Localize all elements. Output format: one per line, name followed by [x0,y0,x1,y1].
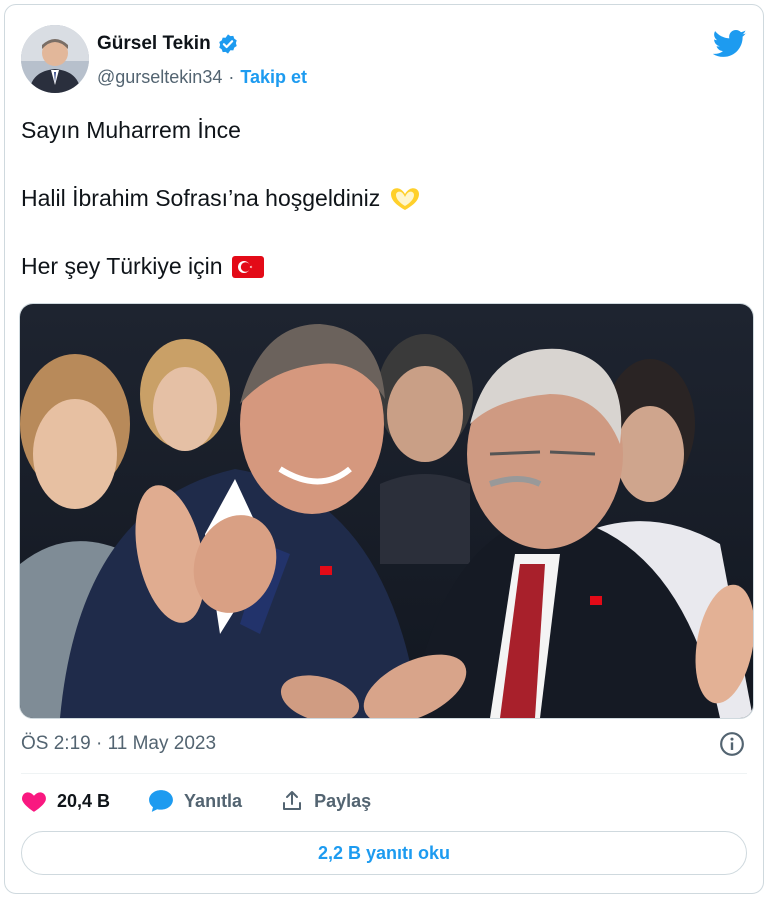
separator-dot: · [228,67,235,87]
tweet-photo[interactable] [19,303,754,719]
read-replies-label: 2,2 B yanıtı oku [317,842,451,863]
tweet-timestamp[interactable]: ÖS 2:19 · 11 May 2023 [21,733,216,755]
tweet-actions: 20,4 B Yanıtla Paylaş [21,789,409,813]
verified-badge-icon [218,34,237,54]
author-name[interactable]: Gürsel Tekin [97,33,211,55]
tweet-text-line-1: Sayın Muharrem İnce [21,117,241,144]
heart-hands-icon [391,187,420,210]
share-button[interactable]: Paylaş [280,789,371,813]
like-button[interactable]: 20,4 B [21,789,110,813]
tweet-text-3: Her şey Türkiye için [21,253,223,279]
tweet-text-2: Halil İbrahim Sofrası’na hoşgeldiniz [21,185,381,211]
read-replies-button[interactable]: 2,2 B yanıtı oku [21,831,747,875]
info-icon[interactable] [719,731,745,757]
share-label: Paylaş [314,790,372,811]
author-handle[interactable]: @gurseltekin34 [97,67,222,88]
tweet-text-line-3: Her şey Türkiye için [21,253,265,280]
tweet-text-line-2: Halil İbrahim Sofrası’na hoşgeldiniz [21,185,422,212]
follow-button[interactable]: Takip et [240,67,307,88]
heart-icon [22,792,46,812]
reply-button[interactable]: Yanıtla [148,789,242,813]
author-handle-row: @gurseltekin34 · Takip et [97,67,307,88]
avatar-portrait-icon [21,25,89,93]
avatar[interactable] [21,25,89,93]
tweet-card: Gürsel Tekin @gurseltekin34 · Takip et S… [4,4,764,894]
tweet-text-1: Sayın Muharrem İnce [21,117,241,143]
photo-two-men-clapping [20,304,753,718]
share-upload-icon [283,791,302,810]
twitter-bird-icon[interactable] [713,29,747,59]
reply-label: Yanıtla [184,790,243,811]
like-count: 20,4 B [57,790,111,811]
reply-bubble-icon [149,790,173,812]
divider [21,773,747,774]
turkey-flag-icon [231,255,264,278]
author-name-row: Gürsel Tekin [97,33,239,55]
